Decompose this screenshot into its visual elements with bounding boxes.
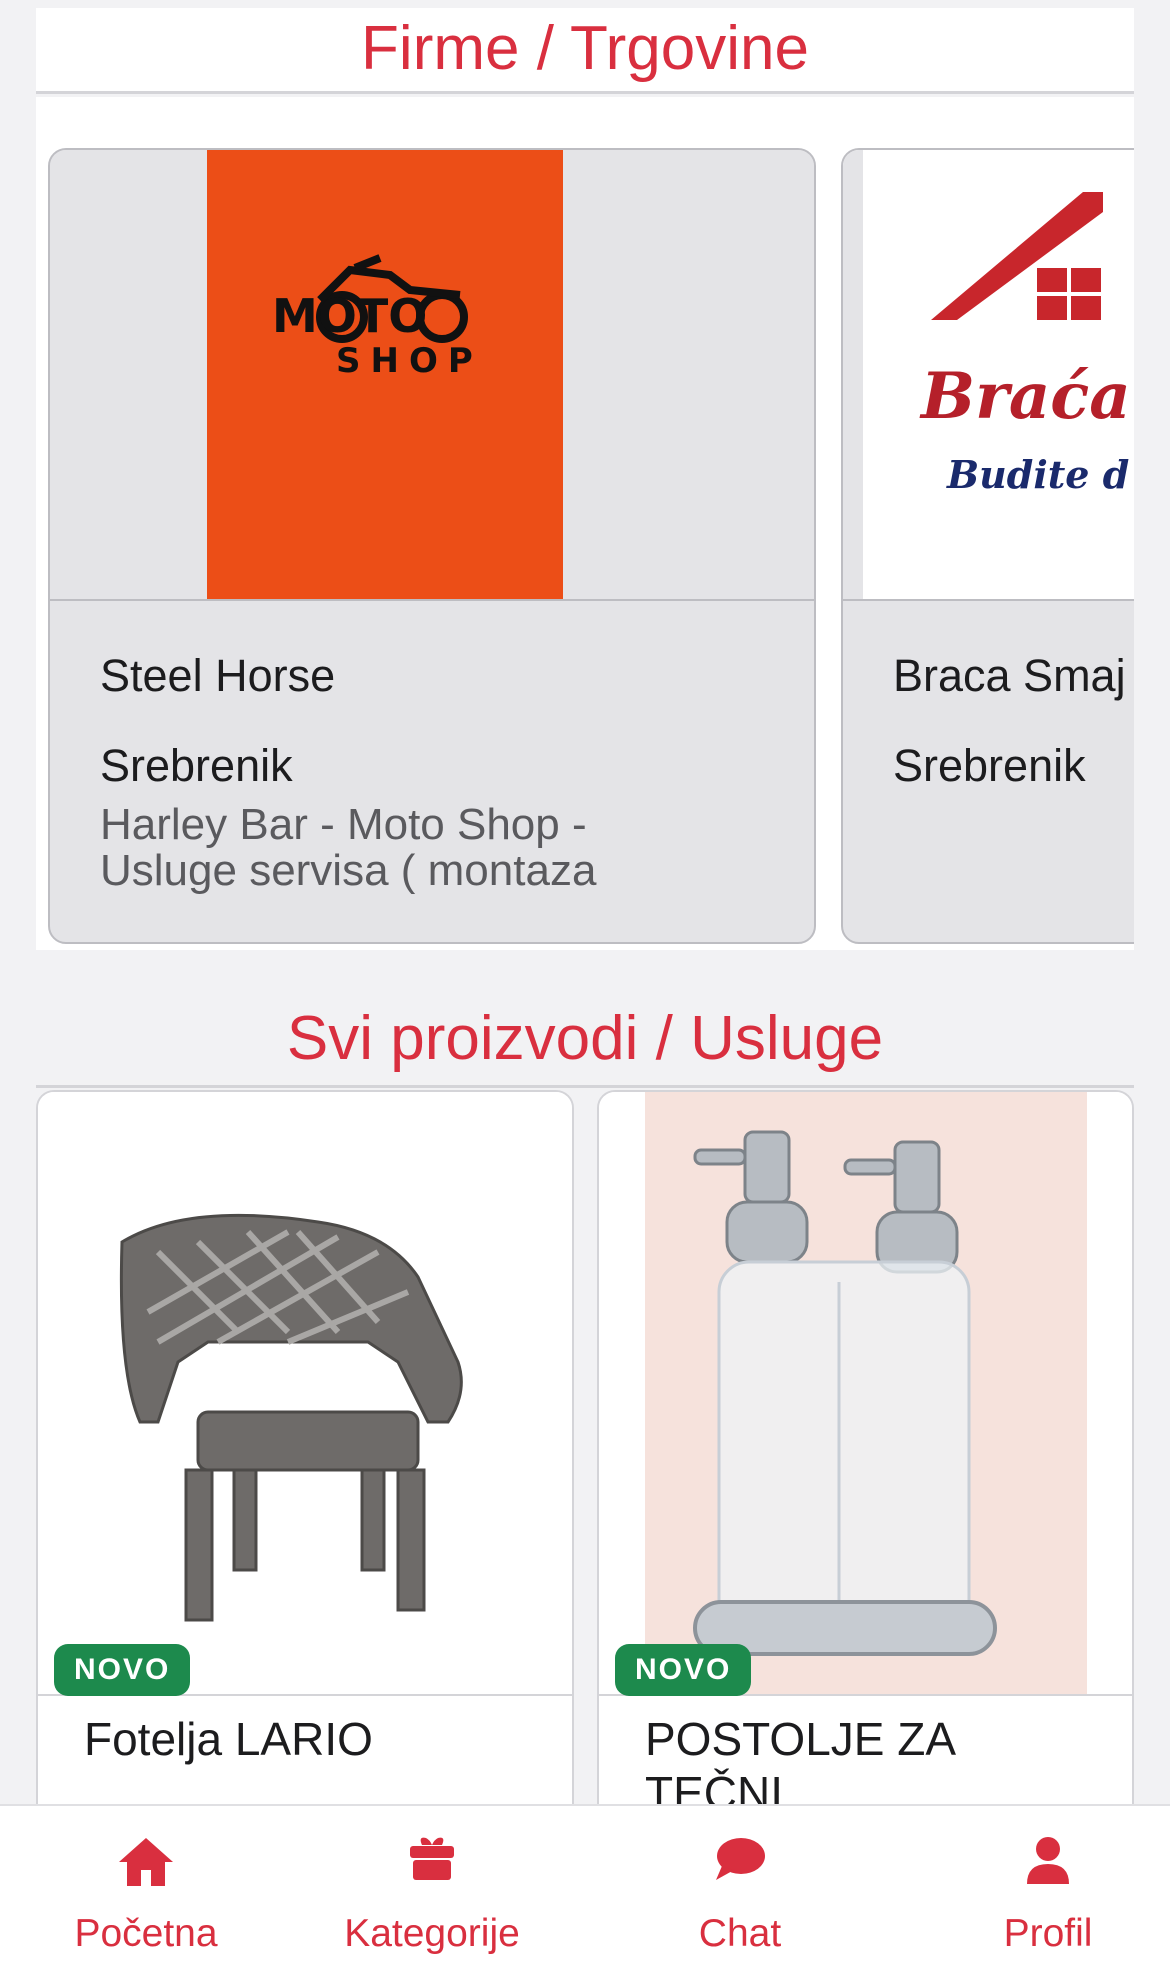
tab-kategorije[interactable]: Kategorije [286, 1806, 578, 1986]
tab-label: Chat [698, 1912, 782, 1955]
shop-card-braca-smaj[interactable]: Braća Budite d Braca Smaj Srebrenik [841, 148, 1134, 944]
products-section-title: Svi proizvodi / Usluge [36, 988, 1134, 1088]
shop-logo-image: Braća Budite d [843, 150, 1134, 601]
shop-city: Srebrenik [100, 740, 293, 791]
shop-description: Harley Bar - Moto Shop - Usluge servisa … [100, 802, 597, 894]
moto-shop-logo: MOTO SHOP [50, 150, 814, 599]
braca-logo: Braća Budite d [843, 150, 1131, 599]
product-title: Fotelja LARIO [84, 1713, 373, 1765]
moto-logo-text: MOTO [272, 289, 427, 343]
shops-section-title-text: Firme / Trgovine [361, 14, 809, 83]
braca-logo-text: Braća [919, 359, 1131, 434]
moto-logo-subtext: SHOP [336, 341, 483, 381]
tab-label: Kategorije [344, 1912, 520, 1955]
braca-logo-slogan: Budite d [946, 452, 1129, 497]
products-section-title-text: Svi proizvodi / Usluge [286, 1004, 884, 1073]
shops-carousel[interactable]: MOTO SHOP Steel Horse Srebrenik Harley B… [36, 97, 1134, 950]
tab-label: Početna [74, 1912, 218, 1955]
bottom-tab-bar: Početna Kategorije Chat Profil [0, 1804, 1170, 1986]
shop-city: Srebrenik [893, 740, 1086, 791]
shop-name: Braca Smaj [893, 650, 1126, 701]
tab-profil[interactable]: Profil [902, 1806, 1170, 1986]
chair-image [38, 1092, 572, 1694]
tab-pocetna[interactable]: Početna [0, 1806, 292, 1986]
tab-chat[interactable]: Chat [594, 1806, 886, 1986]
shop-card-steel-horse[interactable]: MOTO SHOP Steel Horse Srebrenik Harley B… [48, 148, 816, 944]
shop-logo-image: MOTO SHOP [50, 150, 814, 601]
shop-name: Steel Horse [100, 650, 336, 701]
shops-section-title: Firme / Trgovine [36, 8, 1134, 94]
chat-bubble-icon [714, 1836, 766, 1887]
new-badge: NOVO [54, 1644, 191, 1696]
product-image-soap-dispenser [599, 1092, 1132, 1696]
home-icon [117, 1836, 175, 1893]
tab-label: Profil [1003, 1912, 1093, 1955]
product-image-chair [38, 1092, 572, 1696]
person-icon [1025, 1836, 1071, 1891]
gift-box-icon [408, 1836, 456, 1887]
soap-dispenser-image [599, 1092, 1132, 1694]
new-badge: NOVO [615, 1644, 752, 1696]
